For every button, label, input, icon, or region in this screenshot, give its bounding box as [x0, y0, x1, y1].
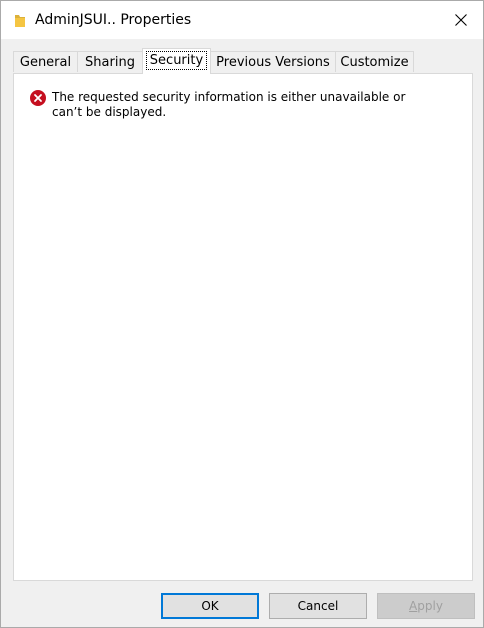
- error-icon: [30, 90, 46, 106]
- security-tab-panel: The requested security information is ei…: [13, 73, 473, 581]
- window-title: AdminJSUI.. Properties: [35, 12, 192, 28]
- tab-previous-versions-label: Previous Versions: [216, 55, 330, 70]
- security-error-message: The requested security information is ei…: [52, 90, 406, 119]
- ok-button-label: OK: [201, 599, 219, 613]
- tab-sharing-label: Sharing: [85, 55, 135, 70]
- tab-general-label: General: [19, 55, 72, 70]
- ok-button[interactable]: OK: [161, 593, 259, 619]
- tab-security[interactable]: Security: [142, 48, 211, 74]
- apply-button[interactable]: Apply: [377, 593, 475, 619]
- cancel-button-label: Cancel: [297, 599, 339, 613]
- cancel-button[interactable]: Cancel: [269, 593, 367, 619]
- tab-customize[interactable]: Customize: [335, 51, 414, 72]
- tab-sharing[interactable]: Sharing: [77, 51, 143, 72]
- title-bar: AdminJSUI.. Properties: [1, 1, 483, 39]
- properties-window: AdminJSUI.. Properties General Sharing S…: [0, 0, 484, 628]
- close-icon: [455, 14, 467, 26]
- tab-previous-versions[interactable]: Previous Versions: [210, 51, 336, 72]
- apply-button-label: Apply: [409, 599, 443, 613]
- tab-security-label: Security: [145, 51, 208, 70]
- tab-general[interactable]: General: [13, 51, 78, 72]
- close-button[interactable]: [439, 1, 483, 39]
- tab-customize-label: Customize: [340, 55, 409, 70]
- folder-icon: [15, 15, 25, 27]
